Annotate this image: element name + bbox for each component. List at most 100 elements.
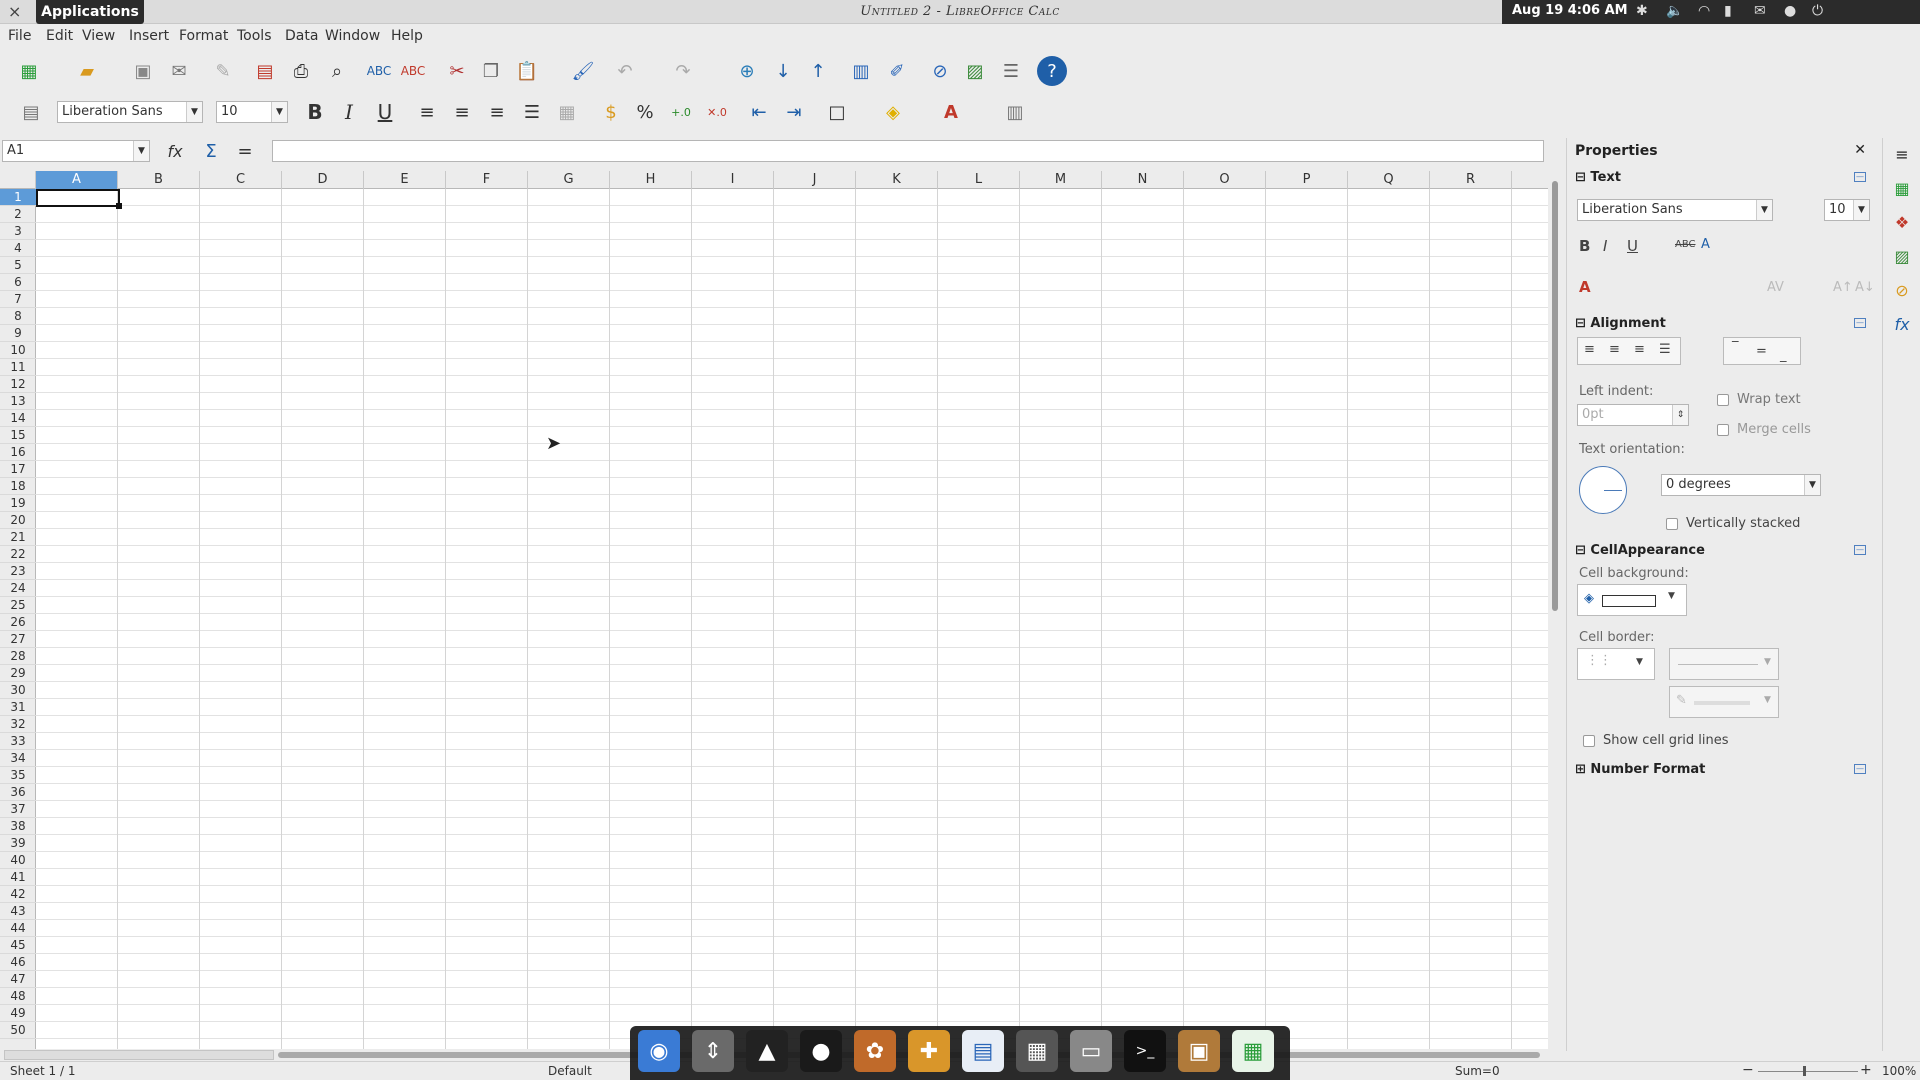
column-header-f[interactable]: F (446, 171, 528, 189)
row-header-43[interactable]: 43 (0, 903, 36, 920)
column-header-i[interactable]: I (692, 171, 774, 189)
user-icon[interactable]: ● (1784, 3, 1796, 19)
media-player-icon[interactable]: ▲ (746, 1030, 788, 1072)
character-spacing-icon[interactable]: AV (1767, 280, 1784, 295)
strikethrough-icon[interactable]: ABC (1675, 239, 1696, 250)
chevron-down-icon[interactable]: ▼ (1853, 200, 1869, 220)
justify-icon[interactable]: ☰ (517, 97, 547, 127)
delete-decimal-icon[interactable]: ✕.0 (702, 97, 732, 127)
wifi-icon[interactable]: ◠ (1698, 3, 1710, 19)
sidebar-bold-icon[interactable]: B (1579, 237, 1590, 255)
align-left-icon[interactable]: ≡ (412, 97, 442, 127)
column-header-n[interactable]: N (1102, 171, 1184, 189)
formula-input[interactable] (272, 140, 1544, 162)
zoom-in-icon[interactable]: + (1860, 1062, 1872, 1078)
align-right-icon[interactable]: ≡ (482, 97, 512, 127)
row-header-20[interactable]: 20 (0, 512, 36, 529)
menu-help[interactable]: Help (391, 28, 423, 44)
column-header-m[interactable]: M (1020, 171, 1102, 189)
spin-icon[interactable]: ⇕ (1672, 405, 1688, 425)
calculator-icon[interactable]: ▦ (1016, 1030, 1058, 1072)
cell-border-button[interactable]: ⋮⋮ ▼ (1577, 648, 1655, 680)
paste-icon[interactable]: 📋 (512, 56, 542, 86)
installer-icon[interactable]: ⇕ (692, 1030, 734, 1072)
left-indent-input[interactable]: 0pt ⇕ (1577, 404, 1689, 426)
browser-icon[interactable]: ◉ (638, 1030, 680, 1072)
zoom-out-icon[interactable]: − (1742, 1062, 1754, 1078)
align-bottom-icon[interactable]: _ (1780, 348, 1787, 363)
calc-icon[interactable]: ▦ (1232, 1030, 1274, 1072)
row-header-31[interactable]: 31 (0, 699, 36, 716)
volume-icon[interactable]: 🔈 (1666, 3, 1683, 19)
row-header-47[interactable]: 47 (0, 971, 36, 988)
navigator-icon[interactable]: ⊘ (925, 56, 955, 86)
spellcheck-icon[interactable]: ABC (364, 56, 394, 86)
menu-tools[interactable]: Tools (237, 28, 272, 44)
email-icon[interactable]: ✉ (164, 56, 194, 86)
clock[interactable]: Aug 19 4:06 AM (1512, 3, 1628, 18)
row-header-50[interactable]: 50 (0, 1022, 36, 1039)
merge-cells-icon[interactable]: ▦ (552, 97, 582, 127)
sort-descending-icon[interactable]: ↑ (803, 56, 833, 86)
new-spreadsheet-icon[interactable]: ▦ (14, 56, 44, 86)
chevron-down-icon[interactable]: ▼ (1764, 695, 1771, 705)
sidebar-italic-icon[interactable]: I (1603, 237, 1607, 255)
currency-format-icon[interactable]: $ (596, 97, 626, 127)
camera-icon[interactable]: ● (800, 1030, 842, 1072)
number-format-section-header[interactable]: ⊞ Number Format (1575, 762, 1705, 777)
sheet-indicator[interactable]: Sheet 1 / 1 (10, 1064, 75, 1078)
align-top-icon[interactable]: ‾ (1732, 340, 1739, 355)
zoom-level[interactable]: 100% (1882, 1064, 1916, 1078)
styles-icon[interactable]: ▤ (16, 97, 46, 127)
sidebar-toggle-icon[interactable]: ▥ (1000, 97, 1030, 127)
chevron-down-icon[interactable]: ▼ (133, 141, 149, 161)
more-options-icon[interactable]: — (1854, 764, 1866, 774)
font-color-icon[interactable]: A (936, 97, 966, 127)
tools-icon[interactable]: ✚ (908, 1030, 950, 1072)
redo-icon[interactable]: ↷ (668, 56, 698, 86)
column-header-h[interactable]: H (610, 171, 692, 189)
row-header-9[interactable]: 9 (0, 325, 36, 342)
orientation-degrees-box[interactable]: 0 degrees ▼ (1661, 474, 1821, 496)
row-header-41[interactable]: 41 (0, 869, 36, 886)
row-header-19[interactable]: 19 (0, 495, 36, 512)
shadow-icon[interactable]: A (1701, 237, 1710, 252)
row-header-24[interactable]: 24 (0, 580, 36, 597)
row-header-21[interactable]: 21 (0, 529, 36, 546)
decrease-indent-icon[interactable]: ⇤ (744, 97, 774, 127)
sum-indicator[interactable]: Sum=0 (1455, 1064, 1500, 1078)
row-header-34[interactable]: 34 (0, 750, 36, 767)
mail-icon[interactable]: ✉ (1754, 3, 1766, 19)
wrap-text-checkbox[interactable] (1717, 394, 1729, 406)
column-header-r[interactable]: R (1430, 171, 1512, 189)
cell-background-button[interactable]: ◈ ▼ (1577, 584, 1687, 616)
row-header-39[interactable]: 39 (0, 835, 36, 852)
column-header-l[interactable]: L (938, 171, 1020, 189)
row-header-14[interactable]: 14 (0, 410, 36, 427)
menu-edit[interactable]: Edit (46, 28, 73, 44)
add-decimal-icon[interactable]: +.0 (666, 97, 696, 127)
row-header-23[interactable]: 23 (0, 563, 36, 580)
autospellcheck-icon[interactable]: ABC (398, 56, 428, 86)
zoom-slider[interactable] (1758, 1071, 1858, 1072)
cell-area[interactable] (36, 189, 1548, 1049)
row-header-6[interactable]: 6 (0, 274, 36, 291)
row-header-40[interactable]: 40 (0, 852, 36, 869)
menu-file[interactable]: File (8, 28, 31, 44)
print-preview-icon[interactable]: ⌕ (322, 56, 352, 86)
menu-window[interactable]: Window (325, 28, 380, 44)
chevron-down-icon[interactable]: ▼ (1668, 591, 1675, 601)
row-header-12[interactable]: 12 (0, 376, 36, 393)
writer-icon[interactable]: ▤ (962, 1030, 1004, 1072)
row-header-25[interactable]: 25 (0, 597, 36, 614)
show-draw-functions-icon[interactable]: ✐ (882, 56, 912, 86)
sidebar-font-name-box[interactable]: Liberation Sans ▼ (1577, 199, 1773, 221)
bold-icon[interactable]: B (300, 97, 330, 127)
column-header-q[interactable]: Q (1348, 171, 1430, 189)
row-header-4[interactable]: 4 (0, 240, 36, 257)
chevron-down-icon[interactable]: ▼ (186, 102, 202, 122)
column-header-c[interactable]: C (200, 171, 282, 189)
row-header-26[interactable]: 26 (0, 614, 36, 631)
row-header-32[interactable]: 32 (0, 716, 36, 733)
sort-ascending-icon[interactable]: ↓ (768, 56, 798, 86)
